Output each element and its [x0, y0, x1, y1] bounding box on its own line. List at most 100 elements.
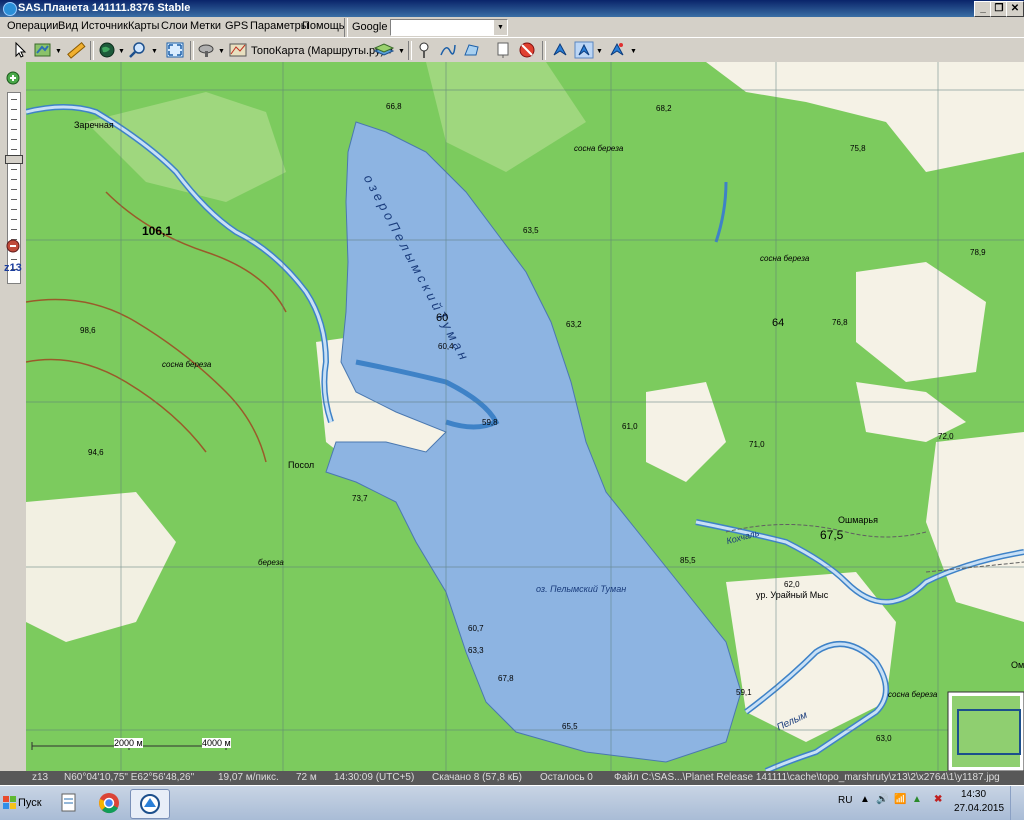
zoom-in-icon[interactable] — [4, 70, 22, 88]
globe-dropdown-icon[interactable]: ▼ — [118, 48, 125, 55]
add-polygon-icon[interactable] — [462, 41, 482, 59]
fullscreen-icon[interactable] — [165, 41, 185, 59]
chrome-icon — [99, 793, 119, 814]
elevation-label: 63,3 — [468, 646, 484, 655]
sas-planet-icon — [140, 794, 160, 814]
forest-label: береза — [258, 558, 284, 567]
action-center-icon[interactable]: ✖ — [934, 794, 942, 805]
layers-dropdown-icon[interactable]: ▼ — [398, 48, 405, 55]
forest-label: сосна береза — [574, 144, 624, 153]
elevation-label: 71,0 — [749, 440, 765, 449]
start-button[interactable]: Пуск — [2, 790, 42, 816]
status-distance: 72 м — [296, 772, 317, 783]
zoom-out-icon[interactable] — [4, 238, 22, 256]
village-label: Заречная — [74, 120, 114, 130]
pointer-arrow-icon[interactable] — [10, 41, 30, 59]
clock-time[interactable]: 14:30 — [961, 789, 986, 800]
forest-label: сосна береза — [888, 690, 938, 699]
zoom-tick — [11, 219, 17, 220]
menu-marks[interactable]: Метки — [190, 20, 221, 32]
satellite-dropdown-icon[interactable]: ▼ — [218, 48, 225, 55]
toolbar: ▼ ▼ ▼ ▼ ТопоКарта (Маршруты.ру) ▾ ▼ ▼ ▼ — [0, 37, 1024, 63]
gps-connect-icon[interactable] — [550, 41, 570, 59]
search-input[interactable]: ▼ — [390, 19, 508, 36]
marks-manager-icon[interactable] — [493, 41, 513, 59]
elevation-label: 78,9 — [970, 248, 986, 257]
status-downloaded: Скачано 8 (57,8 кБ) — [432, 772, 522, 783]
taskbar-app-explorer[interactable] — [50, 789, 88, 817]
zoom-tick — [11, 189, 17, 190]
tray-expand-icon[interactable]: ▲ — [860, 794, 870, 805]
topo-map-canvas[interactable] — [26, 62, 1024, 771]
zoom-dropdown-icon[interactable]: ▼ — [151, 48, 158, 55]
menu-gps[interactable]: GPS — [225, 20, 248, 32]
network-icon[interactable]: 📶 — [894, 794, 906, 805]
layers-icon[interactable] — [372, 41, 398, 59]
zoom-slider-thumb[interactable] — [5, 155, 23, 164]
elevation-label: 75,8 — [850, 144, 866, 153]
elevation-label: 67,5 — [820, 528, 844, 542]
topo-map-icon[interactable] — [228, 41, 248, 59]
zoom-tick — [11, 119, 17, 120]
clock-date[interactable]: 27.04.2015 — [954, 803, 1004, 814]
gps-center-dropdown-icon[interactable]: ▼ — [630, 48, 637, 55]
elevation-label: 72,0 — [938, 432, 954, 441]
add-path-icon[interactable] — [438, 41, 458, 59]
status-file-path: Файл C:\SAS...\Planet Release 141111\cac… — [614, 772, 1000, 783]
elevation-label: 73,7 — [352, 494, 368, 503]
elevation-label: 76,8 — [832, 318, 848, 327]
elevation-label: 66,8 — [386, 102, 402, 111]
drive-icon[interactable]: ▲ — [912, 794, 922, 805]
satellite-dish-icon[interactable] — [197, 41, 217, 59]
scale-label: 4000 м — [202, 738, 231, 748]
menu-operations[interactable]: Операции — [7, 20, 58, 32]
status-coordinates: N60°04'10,75" E62°56'48,26" — [64, 772, 195, 783]
taskbar-app-chrome[interactable] — [90, 789, 128, 817]
toolbar-separator — [190, 41, 194, 60]
ruler-icon[interactable] — [66, 41, 86, 59]
gps-center-icon[interactable] — [607, 41, 627, 59]
gps-dropdown-icon[interactable]: ▼ — [596, 48, 603, 55]
toolbar-separator — [90, 41, 94, 60]
elevation-label: 62,0 — [784, 580, 800, 589]
search-dropdown-arrow-icon[interactable]: ▼ — [494, 20, 507, 35]
elevation-label: 67,8 — [498, 674, 514, 683]
elevation-label: 61,0 — [622, 422, 638, 431]
window-title: SAS.Планета 141111.8376 Stable — [18, 2, 191, 14]
app-icon — [3, 2, 17, 16]
globe-icon[interactable] — [97, 41, 117, 59]
elevation-label: 68,2 — [656, 104, 672, 113]
status-remaining: Осталось 0 — [540, 772, 593, 783]
elevation-label: 85,5 — [680, 556, 696, 565]
language-indicator[interactable]: RU — [838, 795, 852, 806]
volume-icon[interactable]: 🔊 — [876, 794, 888, 805]
menu-layers[interactable]: Слои — [161, 20, 188, 32]
menu-settings[interactable]: Параметры — [250, 20, 309, 32]
elevation-label: 94,6 — [88, 448, 104, 457]
map-view[interactable]: о з е р о П е л ы м с к и й Т у м а н оз… — [26, 62, 1024, 771]
add-placemark-icon[interactable] — [414, 41, 434, 59]
status-bar: z13 N60°04'10,75" E62°56'48,26" 19,07 м/… — [0, 771, 1024, 785]
gps-track-icon[interactable] — [574, 41, 594, 59]
map-tiles-dropdown-icon[interactable]: ▼ — [55, 48, 62, 55]
menu-view[interactable]: Вид — [58, 20, 78, 32]
map-tiles-icon[interactable] — [33, 41, 53, 59]
grid-number: 60 — [436, 312, 449, 324]
zoom-tick — [11, 169, 17, 170]
elevation-label: 63,5 — [523, 226, 539, 235]
zoom-search-icon[interactable] — [128, 41, 148, 59]
taskbar-app-sasplanet[interactable] — [130, 789, 170, 819]
village-label: Омутная — [1011, 660, 1024, 670]
close-button[interactable]: ✕ — [1006, 1, 1024, 17]
menu-maps[interactable]: Карты — [128, 20, 159, 32]
hide-marks-icon[interactable] — [517, 41, 537, 59]
village-label: ур. Урайный Мыс — [756, 590, 829, 600]
show-desktop-button[interactable] — [1010, 786, 1024, 820]
menu-help[interactable]: Помощь — [302, 20, 345, 32]
grid-number: 64 — [772, 317, 785, 329]
document-icon — [61, 793, 76, 812]
status-resolution: 19,07 м/пикс. — [218, 772, 279, 783]
toolbar-separator — [542, 41, 546, 60]
menu-source[interactable]: Источник — [81, 20, 128, 32]
start-label: Пуск — [18, 797, 42, 809]
